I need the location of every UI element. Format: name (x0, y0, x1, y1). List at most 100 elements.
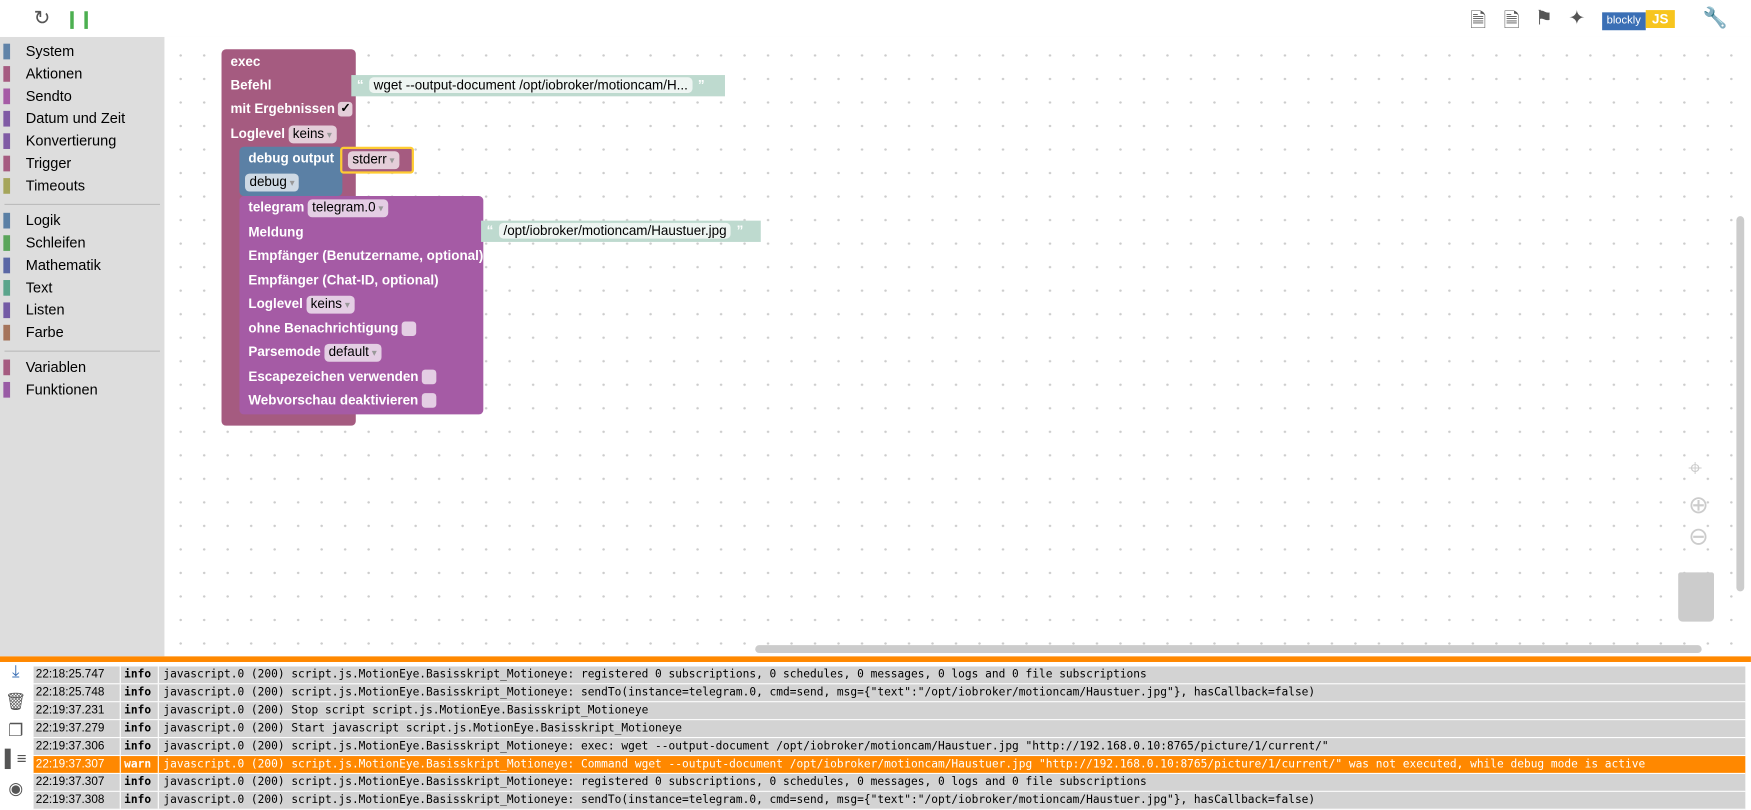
log-time: 22:19:37.308 (34, 791, 121, 809)
vertical-scrollbar[interactable] (1736, 216, 1745, 592)
category-label: Datum und Zeit (25, 109, 126, 127)
category-label: Aktionen (25, 64, 83, 82)
category-label: Listen (25, 301, 65, 319)
export-icon[interactable]: 🗎 (1470, 7, 1486, 41)
ohne-benachrichtigung-label: ohne Benachrichtigung (248, 320, 399, 337)
category-color-bar (3, 257, 11, 274)
escape-checkbox[interactable] (421, 370, 437, 385)
befehl-label: Befehl (230, 77, 272, 93)
ohne-benachrichtigung-checkbox[interactable] (401, 321, 417, 337)
log-row: 22:19:37.307 info javascript.0 (200) scrip… (33, 773, 1746, 792)
category-color-bar (3, 302, 11, 319)
message-value[interactable]: /opt/iobroker/motioncam/Haustuer.jpg (498, 222, 732, 239)
loglevel-dropdown[interactable]: keins (288, 125, 337, 144)
blockly-js-icon[interactable]: blockly JS (1602, 10, 1692, 31)
zoom-in-icon[interactable]: ⊕ (1688, 491, 1709, 520)
debug-output-block[interactable]: debug output debug (239, 146, 343, 197)
sidebar-category[interactable]: System (0, 40, 164, 62)
log-level: info (121, 666, 159, 684)
sidebar-category[interactable]: Farbe (0, 321, 164, 343)
sidebar-category[interactable]: Funktionen (0, 379, 164, 401)
log-row: 22:18:25.748 info javascript.0 (200) scrip… (33, 684, 1746, 703)
sidebar-category[interactable]: Sendto (0, 85, 164, 107)
sidebar-category[interactable]: Text (0, 277, 164, 299)
category-color-bar (3, 235, 11, 251)
log-row: 22:19:37.308 info javascript.0 (200) scrip… (33, 791, 1746, 810)
sidebar-category[interactable]: Logik (0, 209, 164, 231)
telegram-block[interactable]: telegramtelegram.0 Meldung Empfänger (Be… (239, 196, 483, 415)
parsemode-dropdown[interactable]: default (324, 343, 382, 362)
category-color-bar (3, 43, 11, 60)
telegram-title: telegram (248, 199, 305, 216)
trash-icon[interactable] (1678, 572, 1715, 622)
exec-title: exec (230, 53, 261, 70)
sidebar-category[interactable]: Listen (0, 299, 164, 321)
sidebar-category[interactable]: Variablen (0, 356, 164, 378)
category-color-bar (3, 381, 11, 398)
command-value[interactable]: wget --output-document /opt/iobroker/mot… (369, 77, 693, 93)
log-panel: ⤓ 🗑 ❐ ▌≡ ◉ 22:18:25.747 info javascript.0 … (0, 656, 1751, 810)
stderr-block[interactable]: stderr (340, 146, 414, 174)
log-time: 22:19:37.307 (34, 756, 121, 773)
log-level: warn (121, 756, 159, 773)
message-string-block[interactable]: “/opt/iobroker/motioncam/Haustuer.jpg” (481, 220, 761, 242)
category-color-bar (3, 359, 11, 376)
parsemode-label: Parsemode (248, 343, 321, 360)
layout-icon[interactable]: ▌≡ (0, 749, 31, 778)
log-level: info (121, 791, 159, 809)
sidebar-category[interactable]: Trigger (0, 152, 164, 174)
category-label: Text (25, 278, 53, 296)
import-icon[interactable]: 🗎 (1504, 7, 1520, 41)
zoom-out-icon[interactable]: ⊖ (1688, 522, 1709, 551)
toolbar: ↻ ❙❙ 🗎 🗎 ⚑ ✦ blockly JS 🔧 (0, 0, 1751, 41)
hide-icon[interactable]: ◉ (0, 778, 31, 807)
log-row: 22:19:37.307 warn javascript.0 (200) scrip… (33, 756, 1746, 774)
debug-level-dropdown[interactable]: debug (245, 173, 300, 192)
log-time: 22:19:37.279 (34, 720, 121, 738)
sidebar-category[interactable]: Konvertierung (0, 130, 164, 152)
scroll-down-icon[interactable]: ⤓ (0, 662, 31, 691)
stderr-dropdown[interactable]: stderr (347, 151, 400, 170)
telegram-instance-dropdown[interactable]: telegram.0 (307, 199, 388, 218)
category-color-bar (3, 155, 11, 172)
horizontal-scrollbar[interactable] (755, 645, 1702, 654)
log-message: javascript.0 (200) script.js.MotionEye.B… (163, 668, 1147, 682)
telegram-loglevel-label: Loglevel (248, 295, 303, 312)
telegram-loglevel-dropdown[interactable]: keins (306, 295, 355, 314)
js-label: JS (1645, 10, 1676, 29)
log-message: javascript.0 (200) script.js.MotionEye.B… (163, 758, 1646, 771)
log-row: 22:19:37.306 info javascript.0 (200) scrip… (33, 738, 1746, 757)
sidebar-category[interactable]: Datum und Zeit (0, 108, 164, 130)
center-icon[interactable]: ⌖ (1688, 454, 1702, 483)
category-label: Sendto (25, 87, 72, 105)
category-label: Funktionen (25, 380, 98, 398)
pause-icon[interactable]: ❙❙ (65, 9, 93, 29)
sidebar-category[interactable]: Aktionen (0, 63, 164, 85)
log-level: info (121, 720, 159, 738)
category-label: Farbe (25, 323, 64, 341)
refresh-icon[interactable]: ↻ (34, 7, 51, 31)
category-color-bar (3, 133, 11, 149)
flag-icon[interactable]: ⚑ (1535, 7, 1553, 31)
sidebar-category[interactable]: Timeouts (0, 175, 164, 197)
log-message: javascript.0 (200) Stop script script.js… (163, 704, 649, 717)
log-row: 22:19:37.279 info javascript.0 (200) Start… (33, 720, 1746, 739)
log-message: javascript.0 (200) script.js.MotionEye.B… (163, 686, 1316, 699)
log-row: 22:18:25.747 info javascript.0 (200) scrip… (33, 666, 1746, 685)
log-message: javascript.0 (200) script.js.MotionEye.B… (163, 776, 1147, 789)
sidebar-category[interactable]: Schleifen (0, 232, 164, 254)
sparkle-icon[interactable]: ✦ (1569, 7, 1586, 31)
webvorschau-checkbox[interactable] (421, 393, 437, 409)
blockly-workspace[interactable]: exec Befehl mit Ergebnissen ✓ Loglevel kei… (164, 36, 1751, 657)
command-string-block[interactable]: “wget --output-document /opt/iobroker/mo… (351, 75, 725, 97)
category-color-bar (3, 66, 11, 82)
wrench-icon[interactable]: 🔧 (1703, 7, 1728, 31)
log-time: 22:18:25.748 (34, 684, 121, 702)
meldung-label: Meldung (248, 224, 304, 240)
category-color-bar (3, 178, 11, 194)
category-label: Konvertierung (25, 132, 117, 149)
mit-ergebnissen-checkbox[interactable]: ✓ (338, 102, 353, 117)
sidebar-category[interactable]: Mathematik (0, 254, 164, 276)
copy-icon[interactable]: ❐ (0, 720, 31, 749)
clear-log-icon[interactable]: 🗑 (0, 691, 31, 720)
